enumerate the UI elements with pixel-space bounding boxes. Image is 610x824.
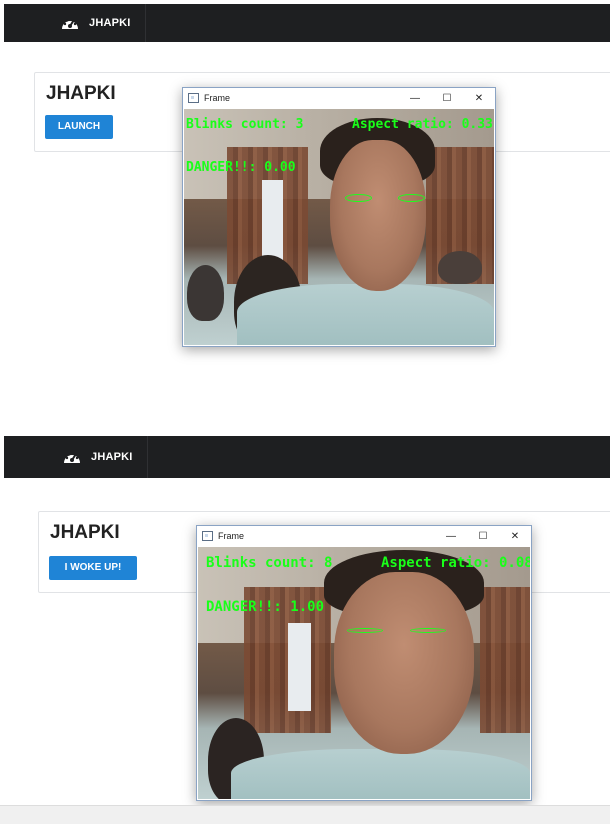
frame-window: Frame — ☐ ✕ Blinks count: 8 Aspect ratio… (196, 525, 532, 801)
left-eye-contour (347, 627, 383, 633)
aspect-ratio-text: Aspect ratio: 0.08 (381, 555, 530, 571)
screenshot-panel-launch: JHAPKI JHAPKI LAUNCH Frame — ☐ ✕ Blinks … (0, 0, 610, 430)
frame-window: Frame — ☐ ✕ Blinks count: 3 Aspect ratio… (182, 87, 496, 347)
maximize-button[interactable]: ☐ (467, 526, 499, 546)
danger-text: DANGER!!: 0.00 (186, 160, 296, 175)
left-eye-contour (345, 193, 372, 202)
navbar-brand[interactable]: JHAPKI (46, 4, 146, 42)
subject-face (329, 139, 426, 291)
window-app-icon (188, 93, 199, 103)
webcam-feed: Blinks count: 3 Aspect ratio: 0.33 DANGE… (184, 109, 494, 345)
card-title: JHAPKI (50, 522, 120, 543)
brand-name: JHAPKI (89, 17, 131, 29)
subject-shirt (236, 283, 494, 345)
speedometer-icon (60, 15, 80, 31)
minimize-button[interactable]: — (399, 88, 431, 108)
background-curtain (480, 587, 530, 734)
top-navbar: JHAPKI (4, 4, 610, 42)
right-eye-contour (410, 627, 446, 633)
subject-face (334, 572, 474, 754)
woke-up-button[interactable]: I WOKE UP! (49, 556, 137, 580)
window-title: Frame (204, 93, 231, 103)
background-window (261, 179, 284, 263)
window-title: Frame (218, 531, 245, 541)
card-title: JHAPKI (46, 83, 116, 104)
top-navbar: JHAPKI (4, 436, 610, 478)
blinks-count-text: Blinks count: 3 (186, 117, 304, 132)
blinks-count-text: Blinks count: 8 (206, 555, 333, 571)
close-button[interactable]: ✕ (499, 526, 531, 546)
aspect-ratio-text: Aspect ratio: 0.33 (352, 117, 493, 132)
danger-text: DANGER!!: 1.00 (206, 599, 325, 615)
background-window (287, 622, 311, 711)
background-person (438, 250, 482, 284)
right-eye-contour (397, 193, 425, 202)
navbar-brand[interactable]: JHAPKI (48, 436, 148, 478)
minimize-button[interactable]: — (435, 526, 467, 546)
speedometer-icon (62, 449, 82, 465)
window-titlebar[interactable]: Frame — ☐ ✕ (183, 88, 495, 108)
window-app-icon (202, 531, 213, 541)
close-button[interactable]: ✕ (463, 88, 495, 108)
subject-shirt (231, 748, 530, 799)
bottom-status-strip (0, 805, 610, 824)
maximize-button[interactable]: ☐ (431, 88, 463, 108)
window-titlebar[interactable]: Frame — ☐ ✕ (197, 526, 531, 546)
background-person (187, 264, 225, 322)
screenshot-panel-alert: JHAPKI JHAPKI I WOKE UP! Frame — ☐ ✕ Bli… (0, 436, 610, 824)
launch-button[interactable]: LAUNCH (45, 115, 113, 139)
webcam-feed: Blinks count: 8 Aspect ratio: 0.08 DANGE… (198, 547, 530, 799)
brand-name: JHAPKI (91, 451, 133, 463)
